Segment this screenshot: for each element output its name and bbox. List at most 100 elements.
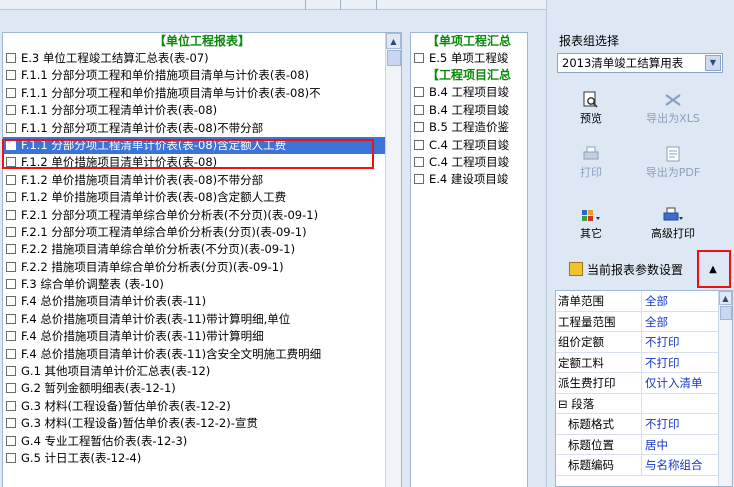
report-checkbox[interactable] bbox=[6, 209, 16, 220]
table-row[interactable]: F.1.1 分部分项工程清单计价表(表-08)不带分部 bbox=[3, 120, 401, 137]
param-row[interactable]: 派生费打印 仅计入清单 bbox=[556, 373, 732, 394]
table-row[interactable]: F.2.1 分部分项工程清单综合单价分析表(不分页)(表-09-1) bbox=[3, 207, 401, 224]
table-row[interactable]: G.5 计日工表(表-12-4) bbox=[3, 450, 401, 467]
report-checkbox[interactable] bbox=[6, 53, 16, 63]
unit-report-list[interactable]: 【单位工程报表】 E.3 单位工程竣工结算汇总表(表-07) F.1.1 分部分项… bbox=[2, 32, 402, 487]
report-checkbox[interactable] bbox=[6, 400, 16, 411]
param-settings-header[interactable]: 当前报表参数设置 bbox=[557, 258, 717, 282]
report-checkbox[interactable] bbox=[414, 139, 424, 150]
table-row[interactable]: E.3 单位工程竣工结算汇总表(表-07) bbox=[3, 50, 401, 67]
table-row[interactable]: F.1.2 单价措施项目清单计价表(表-08)不带分部 bbox=[3, 172, 401, 189]
list-item[interactable]: E.4 建设项目竣 bbox=[411, 171, 527, 188]
report-checkbox[interactable] bbox=[6, 296, 16, 307]
list-item[interactable]: C.4 工程项目竣 bbox=[411, 154, 527, 171]
table-row[interactable]: F.4 总价措施项目清单计价表(表-11)带计算明细 bbox=[3, 328, 401, 345]
report-checkbox[interactable] bbox=[6, 383, 16, 394]
report-checkbox[interactable] bbox=[6, 313, 16, 324]
engineering-project-group-header: 【工程项目汇总 bbox=[427, 68, 512, 83]
report-checkbox[interactable] bbox=[6, 418, 16, 429]
report-checkbox[interactable] bbox=[6, 279, 16, 290]
collapse-params-button[interactable]: ▲ bbox=[699, 256, 727, 282]
list-item[interactable]: C.4 工程项目竣 bbox=[411, 137, 527, 154]
report-checkbox[interactable] bbox=[6, 157, 16, 168]
table-row[interactable]: G.3 材料(工程设备)暂估单价表(表-12-2)-宣贯 bbox=[3, 415, 401, 432]
export-xls-label: 导出为XLS bbox=[646, 112, 700, 125]
report-checkbox[interactable] bbox=[414, 122, 424, 133]
param-grid[interactable]: 清单范围 全部 工程量范围 全部 组价定额 不打印 定额工料 不打印 派生费打印 仅计入清单 ⊟ 段… bbox=[555, 290, 733, 487]
table-row[interactable]: G.3 材料(工程设备)暂估单价表(表-12-2) bbox=[3, 398, 401, 415]
report-checkbox[interactable] bbox=[6, 366, 16, 377]
preview-button[interactable]: 预览 bbox=[551, 90, 631, 126]
param-row[interactable]: 标题位置 居中 bbox=[556, 434, 732, 455]
report-name: F.4 总价措施项目清单计价表(表-11)带计算明细 bbox=[21, 329, 264, 344]
table-row[interactable]: F.1.1 分部分项工程清单计价表(表-08)含定额人工费 bbox=[3, 136, 401, 155]
table-row[interactable]: F.1.2 单价措施项目清单计价表(表-08) bbox=[3, 154, 401, 171]
table-row[interactable]: F.1.1 分部分项工程和单价措施项目清单与计价表(表-08)不 bbox=[3, 85, 401, 102]
report-checkbox[interactable] bbox=[6, 122, 16, 133]
report-name: F.1.1 分部分项工程清单计价表(表-08)含定额人工费 bbox=[21, 137, 287, 152]
list-item[interactable]: B.4 工程项目竣 bbox=[411, 84, 527, 101]
report-checkbox[interactable] bbox=[6, 105, 16, 116]
report-checkbox[interactable] bbox=[6, 261, 16, 272]
table-row[interactable]: G.4 专业工程暂估价表(表-12-3) bbox=[3, 433, 401, 450]
table-row[interactable]: F.2.2 措施项目清单综合单价分析表(分页)(表-09-1) bbox=[3, 259, 401, 276]
report-name: F.2.1 分部分项工程清单综合单价分析表(分页)(表-09-1) bbox=[21, 224, 307, 239]
other-button[interactable]: 其它 bbox=[551, 205, 631, 241]
report-name: F.4 总价措施项目清单计价表(表-11)含安全文明施工费明细 bbox=[21, 346, 322, 361]
table-row[interactable]: F.1.1 分部分项工程和单价措施项目清单与计价表(表-08) bbox=[3, 67, 401, 84]
report-checkbox[interactable] bbox=[414, 174, 424, 185]
project-report-list[interactable]: 【单项工程汇总 E.5 单项工程竣 【工程项目汇总 B.4 工程项目竣 B.4 工… bbox=[410, 32, 528, 487]
param-row[interactable]: 工程量范围 全部 bbox=[556, 311, 732, 332]
table-row[interactable]: F.2.2 措施项目清单综合单价分析表(不分页)(表-09-1) bbox=[3, 241, 401, 258]
unit-report-scrollbar[interactable]: ▲ bbox=[385, 33, 401, 487]
chevron-down-icon[interactable]: ▼ bbox=[705, 55, 721, 71]
collapse-up-icon: ▲ bbox=[709, 263, 717, 275]
report-checkbox[interactable] bbox=[414, 53, 424, 63]
table-row[interactable]: G.2 暂列金额明细表(表-12-1) bbox=[3, 380, 401, 397]
list-item[interactable]: E.5 单项工程竣 bbox=[411, 50, 527, 67]
report-checkbox[interactable] bbox=[6, 435, 16, 446]
scroll-thumb[interactable] bbox=[387, 50, 401, 66]
param-row[interactable]: 组价定额 不打印 bbox=[556, 332, 732, 353]
table-row[interactable]: F.4 总价措施项目清单计价表(表-11)带计算明细,单位 bbox=[3, 311, 401, 328]
report-checkbox[interactable] bbox=[6, 70, 16, 81]
table-row[interactable]: F.4 总价措施项目清单计价表(表-11) bbox=[3, 293, 401, 310]
report-name: F.1.1 分部分项工程清单计价表(表-08)不带分部 bbox=[21, 120, 264, 135]
advanced-print-button[interactable]: 高级打印 bbox=[633, 205, 713, 241]
report-checkbox[interactable] bbox=[414, 104, 424, 115]
table-row[interactable]: F.1.2 单价措施项目清单计价表(表-08)含定额人工费 bbox=[3, 189, 401, 206]
report-checkbox[interactable] bbox=[6, 452, 16, 463]
export-xls-button[interactable]: 导出为XLS bbox=[633, 90, 713, 126]
export-pdf-button[interactable]: 导出为PDF bbox=[633, 144, 713, 180]
report-checkbox[interactable] bbox=[6, 331, 16, 342]
print-button[interactable]: 打印 bbox=[551, 144, 631, 180]
list-item[interactable]: B.5 工程造价鉴 bbox=[411, 119, 527, 136]
report-checkbox[interactable] bbox=[6, 244, 16, 255]
param-row[interactable]: 定额工料 不打印 bbox=[556, 352, 732, 373]
scroll-up-icon[interactable]: ▲ bbox=[386, 33, 401, 49]
report-group-select[interactable]: 2013清单竣工结算用表 ▼ bbox=[557, 53, 723, 73]
list-item[interactable]: B.4 工程项目竣 bbox=[411, 102, 527, 119]
report-checkbox[interactable] bbox=[6, 174, 16, 185]
report-checkbox[interactable] bbox=[414, 87, 424, 98]
table-row[interactable]: G.1 其他项目清单计价汇总表(表-12) bbox=[3, 363, 401, 380]
report-checkbox[interactable] bbox=[6, 192, 16, 203]
param-row[interactable]: 清单范围 全部 bbox=[556, 291, 732, 312]
report-checkbox[interactable] bbox=[414, 156, 424, 167]
table-row[interactable]: F.3 综合单价调整表 (表-10) bbox=[3, 276, 401, 293]
param-row[interactable]: 标题格式 不打印 bbox=[556, 414, 732, 435]
report-checkbox[interactable] bbox=[6, 139, 16, 150]
table-row[interactable]: F.2.1 分部分项工程清单综合单价分析表(分页)(表-09-1) bbox=[3, 224, 401, 241]
report-checkbox[interactable] bbox=[6, 226, 16, 237]
scroll-thumb[interactable] bbox=[720, 306, 732, 320]
param-grid-scrollbar[interactable]: ▲ bbox=[718, 291, 732, 486]
param-row[interactable]: ⊟ 段落 bbox=[556, 393, 732, 414]
report-checkbox[interactable] bbox=[6, 87, 16, 98]
table-row[interactable]: F.4 总价措施项目清单计价表(表-11)含安全文明施工费明细 bbox=[3, 346, 401, 363]
table-row[interactable]: F.1.1 分部分项工程清单计价表(表-08) bbox=[3, 102, 401, 119]
param-row[interactable]: 标题编码 与名称组合 bbox=[556, 455, 732, 476]
param-key: 工程量范围 bbox=[556, 311, 642, 331]
report-checkbox[interactable] bbox=[6, 348, 16, 359]
report-name: F.4 总价措施项目清单计价表(表-11)带计算明细,单位 bbox=[21, 311, 291, 326]
scroll-up-icon[interactable]: ▲ bbox=[719, 291, 732, 305]
